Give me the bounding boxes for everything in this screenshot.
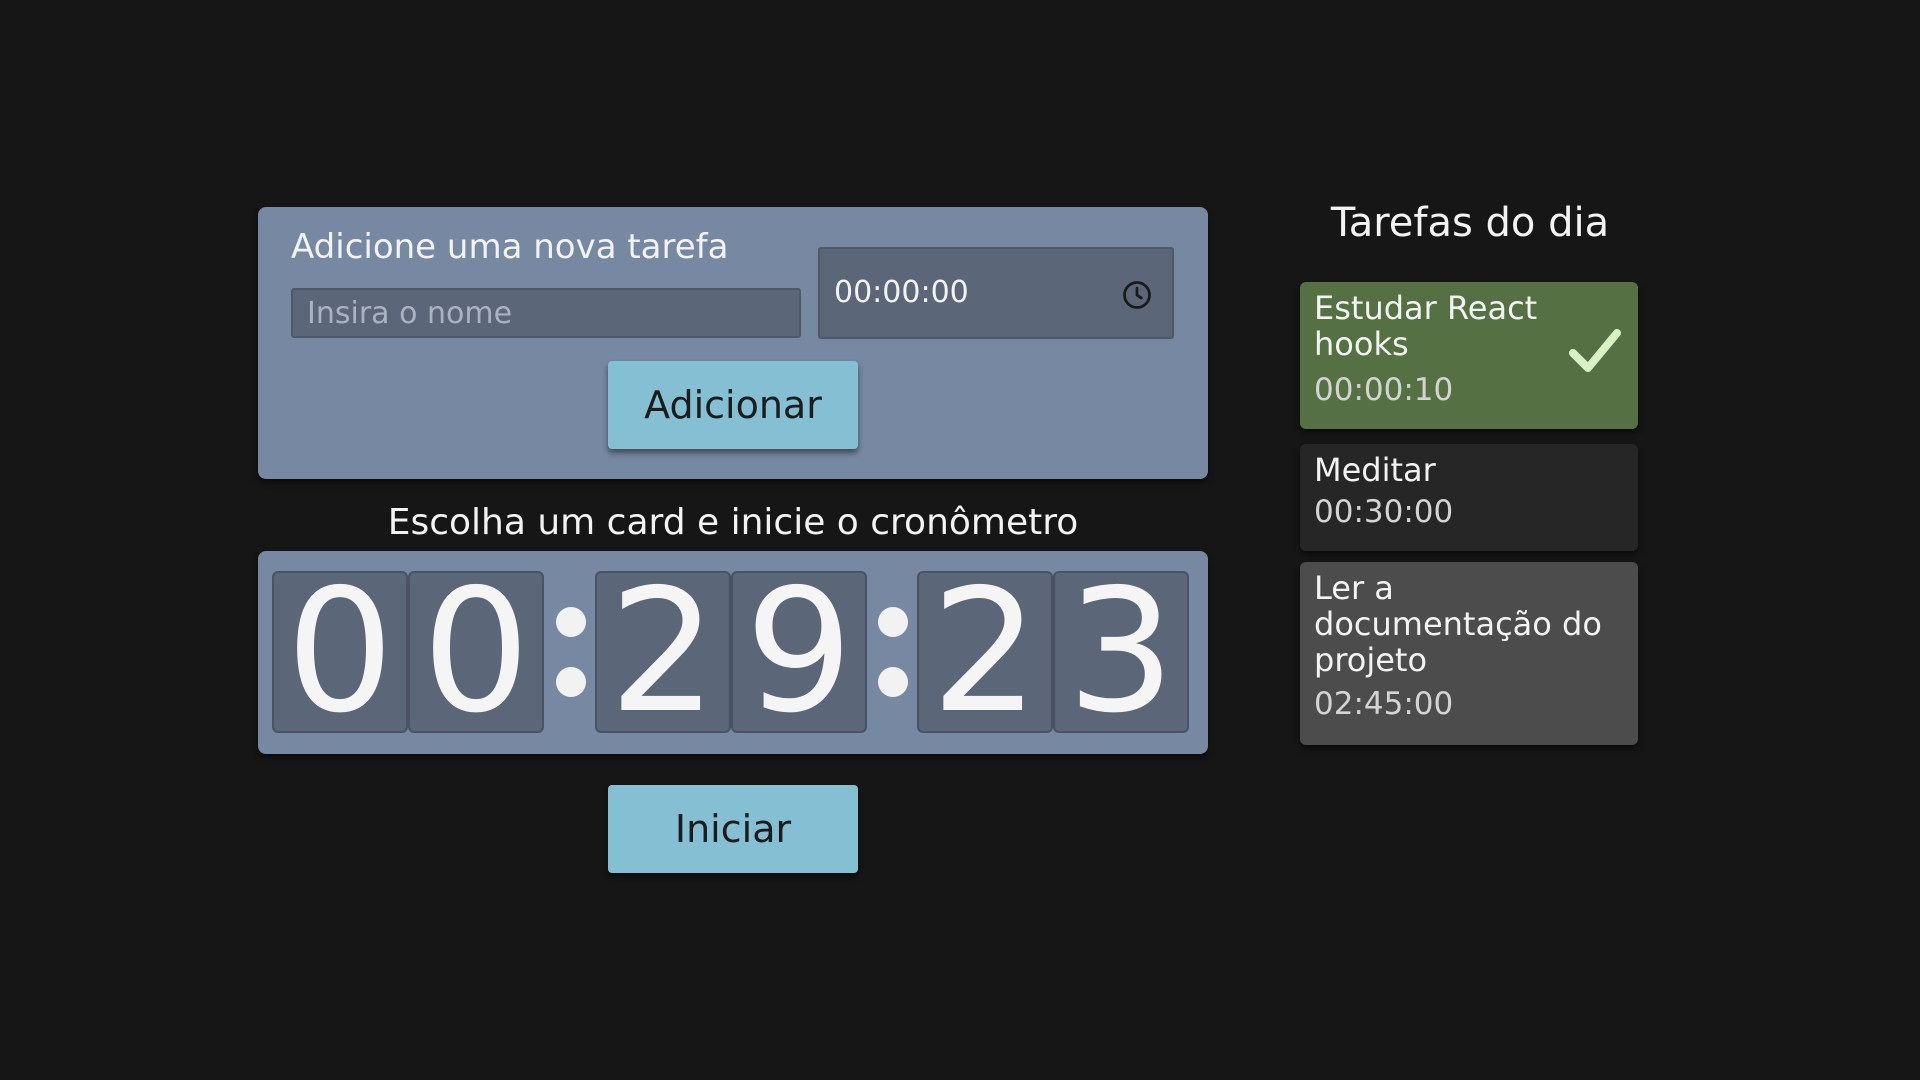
new-task-form: Adicione uma nova tarefa 00:00:00 Adicio… bbox=[258, 207, 1208, 479]
task-name: Estudar React hooks bbox=[1314, 289, 1538, 363]
hours-ones-digit: 0 bbox=[408, 571, 544, 733]
minutes-ones-digit: 9 bbox=[731, 571, 867, 733]
stopwatch-heading: Escolha um card e inicie o cronômetro bbox=[387, 502, 1079, 543]
task-card[interactable]: Meditar 00:30:00 bbox=[1300, 444, 1638, 551]
colon-separator bbox=[878, 607, 908, 697]
task-time-input[interactable]: 00:00:00 bbox=[818, 247, 1174, 339]
task-time: 00:30:00 bbox=[1314, 494, 1454, 530]
add-task-button[interactable]: Adicionar bbox=[608, 361, 858, 449]
check-icon bbox=[1569, 329, 1621, 372]
clock-icon[interactable] bbox=[1122, 280, 1152, 310]
colon-separator bbox=[556, 607, 586, 697]
task-time: 02:45:00 bbox=[1314, 686, 1454, 722]
task-time-value: 00:00:00 bbox=[834, 275, 969, 310]
start-button[interactable]: Iniciar bbox=[608, 785, 858, 873]
form-title: Adicione uma nova tarefa bbox=[291, 227, 729, 267]
task-name: Meditar bbox=[1314, 451, 1436, 489]
task-time: 00:00:10 bbox=[1314, 372, 1454, 408]
stopwatch-display: 0 0 2 9 2 3 bbox=[258, 551, 1208, 754]
task-name-input[interactable] bbox=[291, 288, 801, 338]
task-card-selected[interactable]: Ler a documentação do projeto 02:45:00 bbox=[1300, 562, 1638, 745]
seconds-tens-digit: 2 bbox=[917, 571, 1053, 733]
task-list-title: Tarefas do dia bbox=[1330, 200, 1610, 246]
seconds-ones-digit: 3 bbox=[1053, 571, 1189, 733]
task-name: Ler a documentação do projeto bbox=[1314, 569, 1602, 679]
task-card-completed[interactable]: Estudar React hooks 00:00:10 bbox=[1300, 282, 1638, 429]
minutes-tens-digit: 2 bbox=[595, 571, 731, 733]
hours-tens-digit: 0 bbox=[272, 571, 408, 733]
